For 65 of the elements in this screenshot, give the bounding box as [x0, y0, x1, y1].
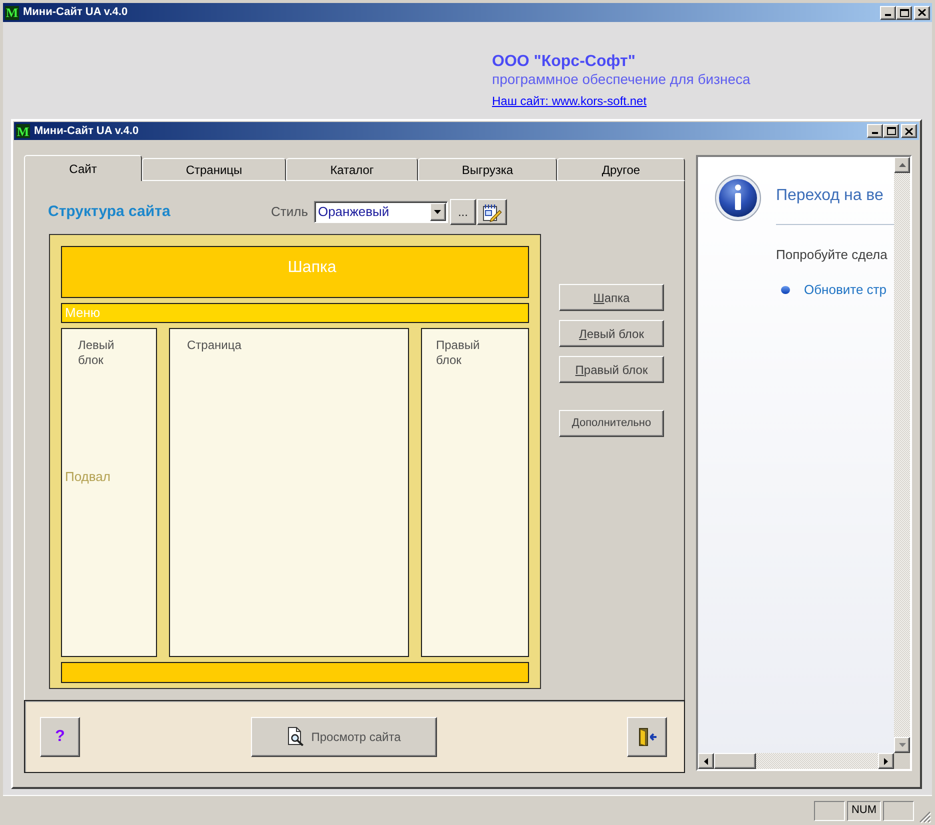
info-icon	[715, 175, 761, 221]
block-button[interactable]: Дополнительно	[559, 410, 664, 437]
app-logo: M	[5, 6, 19, 20]
right-arrow-icon	[884, 758, 888, 764]
maximize-button[interactable]	[883, 124, 899, 138]
minimize-icon	[872, 132, 878, 134]
down-arrow-icon	[898, 743, 906, 747]
maximize-icon	[886, 127, 896, 135]
scroll-up-button[interactable]	[894, 157, 910, 173]
document-magnifier-icon	[287, 727, 304, 746]
close-button[interactable]	[914, 6, 930, 20]
style-label: Стиль	[271, 203, 308, 222]
notepad-pencil-icon	[482, 202, 502, 222]
header-block: Шапка	[61, 246, 529, 298]
page-link[interactable]: Обновите стр	[804, 282, 886, 298]
minimize-icon	[885, 14, 891, 16]
scroll-left-button[interactable]	[698, 753, 714, 769]
tab[interactable]: Другое	[557, 158, 685, 181]
resize-grip-icon[interactable]	[919, 811, 931, 823]
block-button[interactable]: Левый блок	[559, 320, 664, 347]
company-tagline: программное обеспечение для бизнеса	[492, 71, 750, 88]
exit-button[interactable]	[627, 716, 667, 756]
tab[interactable]: Каталог	[286, 158, 418, 181]
browse-button[interactable]: ...	[450, 199, 476, 225]
minimize-button[interactable]	[867, 124, 883, 138]
scroll-right-button[interactable]	[878, 753, 894, 769]
block-button[interactable]: Правый блок	[559, 356, 664, 383]
close-icon	[905, 128, 913, 134]
page-message: Попробуйте сдела	[776, 247, 888, 263]
tab[interactable]: Страницы	[142, 158, 286, 181]
maximize-icon	[900, 8, 908, 16]
left-arrow-icon	[704, 758, 708, 764]
scroll-down-button[interactable]	[894, 737, 910, 753]
section-title: Структура сайта	[48, 202, 170, 222]
app-logo: M	[16, 124, 30, 138]
footer-label: Подвал	[65, 469, 110, 484]
edit-style-button[interactable]	[476, 199, 507, 225]
maximize-button[interactable]	[896, 6, 912, 20]
tab[interactable]: Сайт	[24, 155, 142, 181]
num-indicator: NUM	[847, 800, 881, 820]
scrollbar-thumb[interactable]	[714, 753, 756, 769]
window-title: Мини-Сайт UA v.4.0	[34, 124, 139, 139]
block-label: Правый блок	[436, 338, 481, 368]
style-dropdown[interactable]: Оранжевый	[314, 201, 448, 223]
door-arrow-icon	[637, 726, 657, 746]
dropdown-button[interactable]	[430, 203, 446, 221]
up-arrow-icon	[898, 163, 906, 167]
preview-button[interactable]: Просмотр сайта	[251, 716, 437, 756]
status-pane	[814, 800, 845, 820]
tab[interactable]: Выгрузка	[418, 158, 557, 181]
company-name: ООО "Корс-Софт"	[492, 52, 636, 71]
menu-block: Меню	[61, 303, 529, 323]
close-icon	[918, 9, 926, 16]
block-label: Страница	[187, 338, 242, 353]
website-link[interactable]: Наш сайт: www.kors-soft.net	[492, 94, 647, 108]
help-button[interactable]: ?	[40, 716, 80, 756]
bullet-icon	[781, 286, 790, 294]
window-title: Мини-Сайт UA v.4.0	[23, 5, 128, 20]
status-pane	[883, 800, 914, 820]
close-button[interactable]	[901, 124, 917, 138]
minimize-button[interactable]	[880, 6, 896, 20]
block-label: Левый блок	[78, 338, 116, 368]
page-heading: Переход на ве	[776, 186, 884, 206]
block-button[interactable]: Шапка	[559, 284, 664, 311]
caret-icon	[434, 210, 442, 214]
